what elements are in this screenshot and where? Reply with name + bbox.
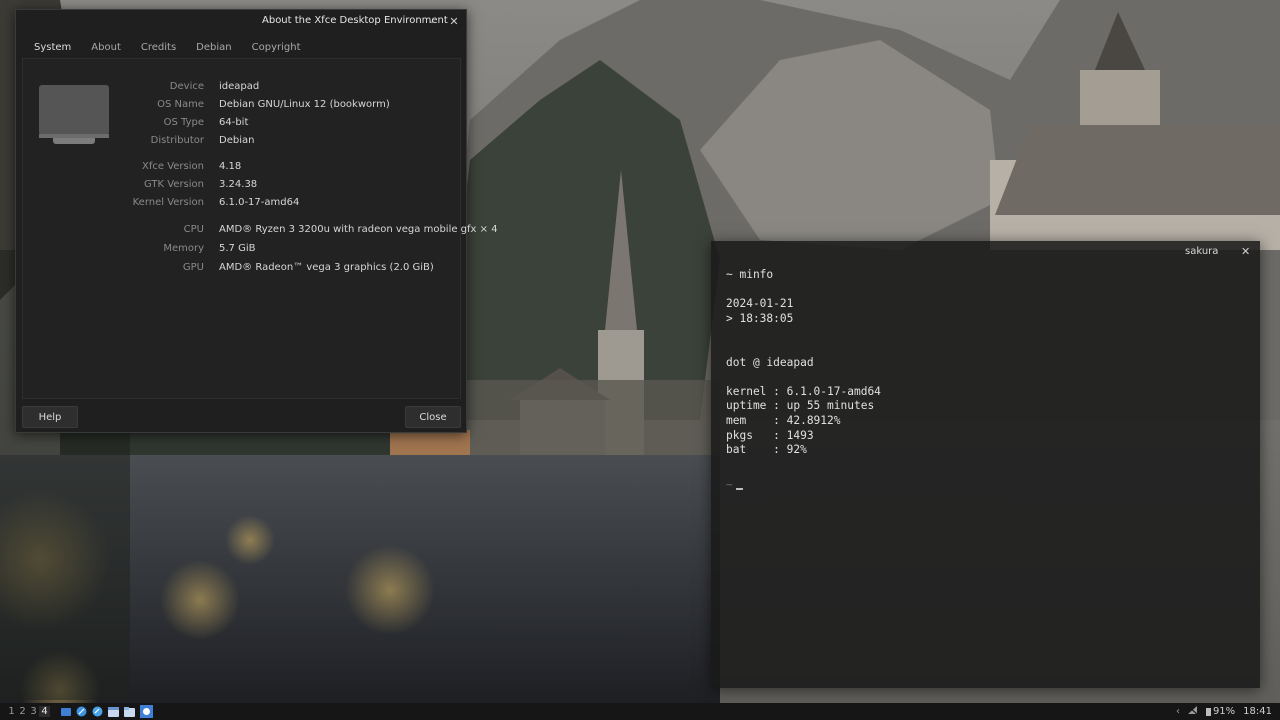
- battery-icon: [1205, 708, 1211, 716]
- info-key: OS Name: [157, 99, 204, 110]
- tab-system[interactable]: System: [24, 38, 82, 60]
- system-info-panel: Device ideapad OS Name Debian GNU/Linux …: [22, 58, 498, 399]
- info-row-kernel-version: Kernel Version 6.1.0-17-amd64: [29, 197, 459, 211]
- info-value: 4.18: [219, 161, 242, 172]
- terminal-output: ~ minfo 2024-01-21 > 18:38:05 dot @ idea…: [726, 268, 881, 458]
- info-value: AMD® Radeon™ vega 3 graphics (2.0 GiB): [219, 262, 434, 273]
- info-row-device: Device ideapad: [29, 81, 459, 95]
- info-value: 5.7 GiB: [219, 243, 256, 254]
- tab-credits[interactable]: Credits: [131, 38, 186, 58]
- info-value: Debian GNU/Linux 12 (bookworm): [219, 99, 390, 110]
- info-row-os-name: OS Name Debian GNU/Linux 12 (bookworm): [29, 99, 459, 113]
- info-row-xfce-version: Xfce Version 4.18: [29, 161, 459, 175]
- tab-about[interactable]: About: [81, 38, 131, 58]
- close-button[interactable]: Close: [405, 406, 461, 428]
- workspace-2-button[interactable]: 2: [17, 706, 28, 717]
- user-host-line: dot @ ideapad: [726, 355, 814, 369]
- info-key: Xfce Version: [142, 161, 204, 172]
- info-value: ideapad: [219, 81, 260, 92]
- workspace-switcher: 1 2 3 4: [6, 706, 50, 717]
- window-title: About the Xfce Desktop Environment: [262, 15, 448, 26]
- info-key: Memory: [163, 243, 204, 254]
- prompt-symbol: ~: [726, 478, 733, 491]
- files-icon[interactable]: [60, 706, 71, 717]
- about-titlebar[interactable]: About the Xfce Desktop Environment – ✕: [16, 10, 466, 32]
- about-xfce-window: About the Xfce Desktop Environment – ✕ S…: [15, 9, 498, 433]
- close-icon: ✕: [1241, 245, 1251, 258]
- input-line[interactable]: ~: [726, 478, 743, 491]
- tab-debian[interactable]: Debian: [186, 38, 241, 58]
- workspace-3-button[interactable]: 3: [28, 706, 39, 717]
- info-value: AMD® Ryzen 3 3200u with radeon vega mobi…: [219, 224, 498, 235]
- workspace-1-button[interactable]: 1: [6, 706, 17, 717]
- tab-copyright[interactable]: Copyright: [242, 38, 311, 58]
- info-row-gtk-version: GTK Version 3.24.38: [29, 179, 459, 193]
- info-key: Device: [169, 81, 204, 92]
- close-icon: ✕: [449, 14, 459, 28]
- system-tray: ‹ 91% 18:41: [1176, 703, 1272, 720]
- info-value: 64-bit: [219, 117, 249, 128]
- stat-line: pkgs : 1493: [726, 428, 814, 442]
- terminal-window[interactable]: sakura ✕ ~ minfo 2024-01-21 > 18:38:05 d…: [711, 241, 1260, 688]
- app-icon[interactable]: [140, 705, 153, 718]
- info-row-gpu: GPU AMD® Radeon™ vega 3 graphics (2.0 Gi…: [29, 262, 459, 276]
- launcher-bar: [60, 705, 153, 718]
- info-key: CPU: [183, 224, 204, 235]
- terminal-title: sakura: [1185, 246, 1219, 257]
- terminal-titlebar[interactable]: sakura ✕: [711, 241, 1260, 263]
- network-muted-icon[interactable]: [1187, 705, 1199, 718]
- info-value: 6.1.0-17-amd64: [219, 197, 300, 208]
- folder-icon[interactable]: [124, 706, 135, 717]
- info-row-distributor: Distributor Debian: [29, 135, 459, 149]
- info-row-cpu: CPU AMD® Ryzen 3 3200u with radeon vega …: [29, 224, 498, 238]
- date-line: 2024-01-21: [726, 297, 794, 311]
- info-row-os-type: OS Type 64-bit: [29, 117, 459, 131]
- info-row-memory: Memory 5.7 GiB: [29, 243, 459, 257]
- info-value: Debian: [219, 135, 255, 146]
- info-key: OS Type: [163, 117, 204, 128]
- prompt-line: ~ minfo: [726, 268, 774, 281]
- workspace-4-button[interactable]: 4: [39, 706, 50, 717]
- help-button[interactable]: Help: [22, 406, 78, 428]
- info-key: GTK Version: [143, 179, 204, 190]
- battery-indicator[interactable]: 91%: [1205, 706, 1236, 717]
- terminal-close-button[interactable]: ✕: [1241, 245, 1250, 258]
- clock[interactable]: 18:41: [1243, 706, 1272, 717]
- stat-line: mem : 42.8912%: [726, 413, 841, 427]
- tab-bar: System About Credits Debian Copyright: [24, 38, 311, 60]
- stat-line: bat : 92%: [726, 443, 807, 457]
- taskbar-panel: 1 2 3 4 ‹ 91% 18:41: [0, 703, 1280, 720]
- info-key: GPU: [182, 262, 204, 273]
- info-value: 3.24.38: [219, 179, 258, 190]
- stat-line: uptime : up 55 minutes: [726, 399, 875, 413]
- time-line: > 18:38:05: [726, 311, 794, 325]
- info-key: Kernel Version: [132, 197, 204, 208]
- text-cursor: [735, 488, 743, 490]
- battery-percent: 91%: [1212, 706, 1236, 717]
- settings-icon[interactable]: [92, 706, 103, 717]
- info-key: Distributor: [150, 135, 204, 146]
- terminal-icon[interactable]: [108, 706, 119, 717]
- stat-line: kernel : 6.1.0-17-amd64: [726, 384, 881, 398]
- chevron-left-icon[interactable]: ‹: [1176, 706, 1180, 717]
- browser-icon[interactable]: [76, 706, 87, 717]
